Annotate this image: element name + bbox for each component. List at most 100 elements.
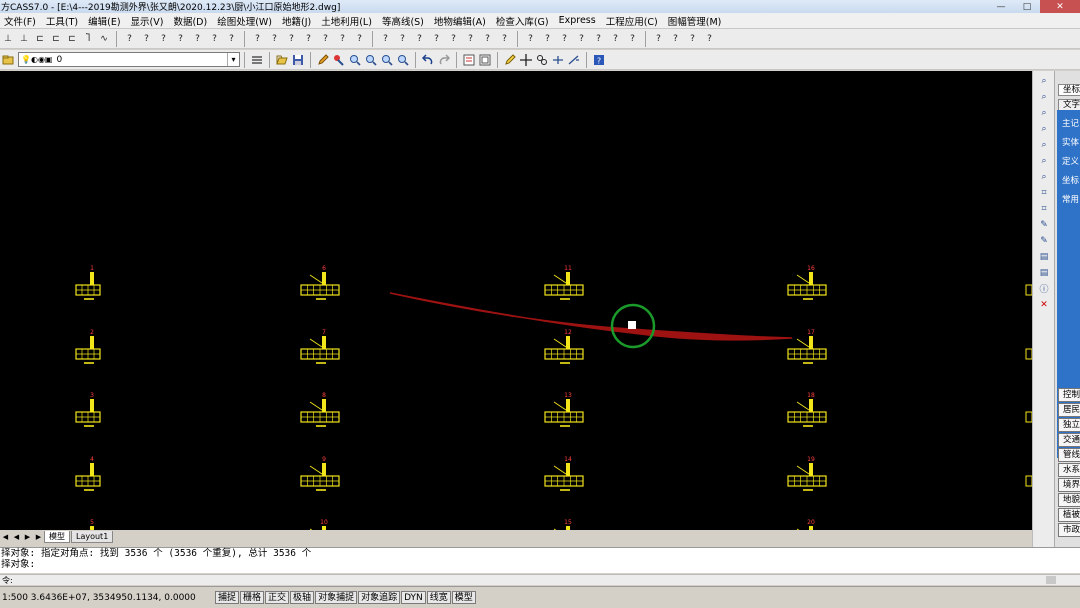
survey-symbol[interactable]: 19 bbox=[787, 456, 827, 491]
help-icon[interactable]: ? bbox=[225, 32, 239, 46]
help-icon[interactable]: ? bbox=[652, 32, 666, 46]
survey-symbol[interactable]: 20 bbox=[788, 519, 826, 530]
ortho-toggle[interactable]: 正交 bbox=[265, 591, 290, 604]
draw-tool-icon[interactable]: ∿ bbox=[97, 32, 111, 46]
menu-file[interactable]: 文件(F) bbox=[0, 14, 42, 28]
help-icon[interactable]: ? bbox=[498, 32, 512, 46]
polar-toggle[interactable]: 极轴 bbox=[290, 591, 315, 604]
tab-layout1[interactable]: Layout1 bbox=[71, 530, 114, 543]
survey-symbol[interactable]: 1 bbox=[75, 265, 101, 300]
snap-toggle[interactable]: 捕捉 bbox=[215, 591, 240, 604]
help-icon[interactable]: ? bbox=[447, 32, 461, 46]
survey-symbol[interactable]: 10 bbox=[301, 519, 339, 530]
close-panel-icon[interactable]: ✕ bbox=[1036, 298, 1052, 311]
menu-contour[interactable]: 等高线(S) bbox=[378, 14, 430, 28]
help-icon[interactable]: ? bbox=[524, 32, 538, 46]
help-book-icon[interactable]: ? bbox=[592, 53, 606, 67]
zoom-icon[interactable]: ⌕ bbox=[1036, 74, 1052, 87]
snap-icon[interactable]: ⌗ bbox=[1036, 186, 1052, 199]
zoom-icon[interactable]: ⌕ bbox=[1036, 106, 1052, 119]
survey-symbol[interactable]: 6 bbox=[300, 265, 340, 300]
tab-next-icon[interactable]: ▶ bbox=[22, 533, 33, 541]
panel-category-traffic[interactable]: 交通 bbox=[1058, 433, 1080, 447]
snap-icon[interactable]: ⌗ bbox=[1036, 202, 1052, 215]
panel-category-landform[interactable]: 地貌 bbox=[1058, 493, 1080, 507]
command-window[interactable]: 择对象: 指定对角点: 找到 3536 个 (3536 个重复), 总计 353… bbox=[0, 547, 1080, 573]
menu-edit[interactable]: 编辑(E) bbox=[84, 14, 126, 28]
menu-cadastre[interactable]: 地籍(J) bbox=[278, 14, 317, 28]
design-center-icon[interactable] bbox=[478, 53, 492, 67]
open-folder-icon[interactable] bbox=[275, 53, 289, 67]
zoom-icon[interactable]: ⌕ bbox=[1036, 122, 1052, 135]
panel-header-coordinate[interactable]: 坐标 bbox=[1058, 84, 1080, 96]
menu-data[interactable]: 数据(D) bbox=[169, 14, 213, 28]
help-icon[interactable]: ? bbox=[157, 32, 171, 46]
close-button[interactable]: ✕ bbox=[1040, 0, 1080, 13]
help-icon[interactable]: ? bbox=[413, 32, 427, 46]
command-scrollbar[interactable]: 令: bbox=[0, 574, 1080, 585]
help-icon[interactable]: ? bbox=[703, 32, 717, 46]
properties-icon[interactable] bbox=[462, 53, 476, 67]
survey-symbol[interactable]: 17 bbox=[787, 329, 827, 364]
copy-icon[interactable] bbox=[535, 53, 549, 67]
menu-land-use[interactable]: 土地利用(L) bbox=[317, 14, 378, 28]
survey-symbol[interactable]: 8 bbox=[300, 392, 340, 427]
survey-symbol[interactable]: 9 bbox=[300, 456, 340, 491]
help-icon[interactable]: ? bbox=[251, 32, 265, 46]
tab-last-icon[interactable]: ▶ bbox=[33, 533, 44, 541]
draw-tool-icon[interactable]: ⊥ bbox=[17, 32, 31, 46]
edit-icon[interactable]: ✎ bbox=[1036, 218, 1052, 231]
zoom-realtime-icon[interactable] bbox=[348, 53, 362, 67]
tab-first-icon[interactable]: ◀ bbox=[0, 533, 11, 541]
draw-tool-icon[interactable]: ⊏ bbox=[33, 32, 47, 46]
panel-category-water[interactable]: 水系 bbox=[1058, 463, 1080, 477]
help-icon[interactable]: ? bbox=[174, 32, 188, 46]
help-icon[interactable]: ? bbox=[686, 32, 700, 46]
panel-list-item[interactable]: 常用 bbox=[1062, 193, 1080, 205]
menu-feature-edit[interactable]: 地物编辑(A) bbox=[430, 14, 492, 28]
lineweight-toggle[interactable]: 线宽 bbox=[426, 591, 451, 604]
save-icon[interactable] bbox=[291, 53, 305, 67]
panel-list-item[interactable]: 定义 bbox=[1062, 155, 1080, 167]
drawing-svg[interactable]: 1 6 11 162 7 12 173 8 13 184 9 14 195 10 15 20 bbox=[0, 71, 1032, 530]
chevron-down-icon[interactable]: ▾ bbox=[227, 53, 239, 66]
zoom-previous-icon[interactable] bbox=[396, 53, 410, 67]
move-icon[interactable] bbox=[519, 53, 533, 67]
grid-toggle[interactable]: 栅格 bbox=[240, 591, 265, 604]
match-property-icon[interactable] bbox=[332, 53, 346, 67]
scroll-thumb[interactable] bbox=[1046, 576, 1056, 584]
panel-category-independent[interactable]: 独立 bbox=[1058, 418, 1080, 432]
survey-symbol[interactable]: 12 bbox=[544, 329, 584, 364]
help-icon[interactable]: ? bbox=[379, 32, 393, 46]
panel-list-item[interactable]: 主记 bbox=[1062, 117, 1080, 129]
drawing-canvas[interactable]: 1 6 11 16 2 7 12 17 3 8 13 18 4 9 14 19 5 10 15 20 bbox=[0, 71, 1032, 530]
survey-symbol[interactable]: 14 bbox=[544, 456, 584, 491]
survey-symbol[interactable]: 13 bbox=[544, 392, 584, 427]
edit-icon[interactable]: ✎ bbox=[1036, 234, 1052, 247]
zoom-icon[interactable]: ⌕ bbox=[1036, 170, 1052, 183]
panel-category-boundary[interactable]: 境界 bbox=[1058, 478, 1080, 492]
pencil-icon[interactable] bbox=[316, 53, 330, 67]
minimize-button[interactable]: — bbox=[988, 0, 1014, 13]
survey-symbol[interactable]: 3 bbox=[75, 392, 101, 427]
survey-symbol[interactable]: 15 bbox=[545, 519, 583, 530]
maximize-button[interactable]: □ bbox=[1014, 0, 1040, 13]
menu-view[interactable]: 显示(V) bbox=[127, 14, 170, 28]
help-icon[interactable]: ? bbox=[541, 32, 555, 46]
zoom-icon[interactable]: ⌕ bbox=[1036, 90, 1052, 103]
info-icon[interactable]: ⓘ bbox=[1036, 282, 1052, 295]
zoom-icon[interactable]: ⌕ bbox=[1036, 138, 1052, 151]
zoom-in-icon[interactable] bbox=[380, 53, 394, 67]
help-icon[interactable]: ? bbox=[353, 32, 367, 46]
help-icon[interactable]: ? bbox=[336, 32, 350, 46]
layer-icon[interactable]: ▤ bbox=[1036, 266, 1052, 279]
help-icon[interactable]: ? bbox=[626, 32, 640, 46]
survey-symbol[interactable]: 2 bbox=[75, 329, 101, 364]
redo-icon[interactable] bbox=[437, 53, 451, 67]
menu-tools[interactable]: 工具(T) bbox=[42, 14, 84, 28]
draw-tool-icon[interactable]: ⊥ bbox=[1, 32, 15, 46]
help-icon[interactable]: ? bbox=[430, 32, 444, 46]
tab-model[interactable]: 模型 bbox=[44, 530, 70, 543]
pen-icon[interactable] bbox=[503, 53, 517, 67]
menu-draw-process[interactable]: 绘图处理(W) bbox=[213, 14, 278, 28]
